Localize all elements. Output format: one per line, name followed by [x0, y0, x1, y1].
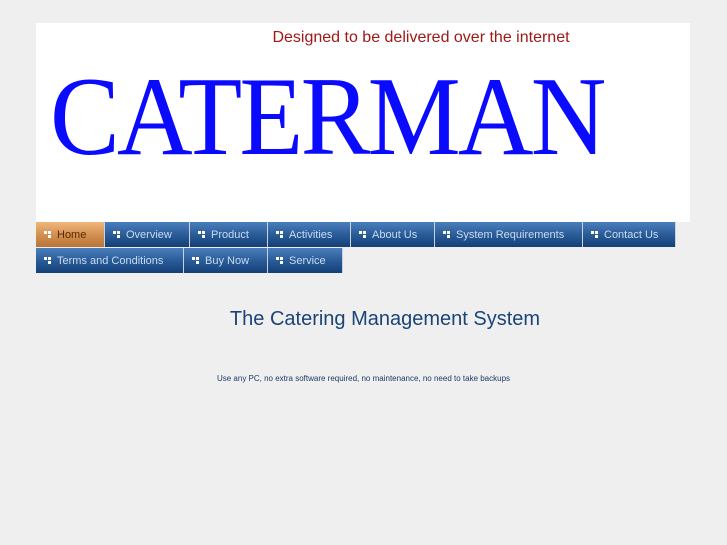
- nav-row-1: Home Overview Product Activities About U…: [36, 222, 696, 247]
- caterman-logo[interactable]: CATERMAN: [50, 61, 606, 173]
- page-title: The Catering Management System: [229, 308, 541, 330]
- nav-home[interactable]: Home: [36, 222, 105, 247]
- bullet-squares-icon: [591, 231, 599, 238]
- nav-row-2: Terms and Conditions Buy Now Service: [36, 248, 696, 273]
- nav-label: Home: [57, 228, 87, 241]
- main-navigation: Home Overview Product Activities About U…: [36, 222, 696, 274]
- bullet-squares-icon: [276, 231, 284, 238]
- nav-label: Contact Us: [604, 228, 659, 241]
- nav-label: About Us: [372, 228, 418, 241]
- nav-label: Activities: [289, 228, 333, 241]
- nav-label: Terms and Conditions: [57, 254, 164, 267]
- bullet-squares-icon: [276, 257, 284, 264]
- bullet-squares-icon: [198, 231, 206, 238]
- nav-label: System Requirements: [456, 228, 565, 241]
- nav-about-us[interactable]: About Us: [351, 222, 435, 247]
- nav-label: Buy Now: [205, 254, 250, 267]
- bullet-squares-icon: [359, 231, 367, 238]
- nav-label: Product: [211, 228, 249, 241]
- page-subtitle: Use any PC, no extra software required, …: [216, 374, 511, 383]
- site-header: Designed to be delivered over the intern…: [36, 23, 690, 222]
- nav-label: Overview: [126, 228, 172, 241]
- nav-label: Service: [289, 254, 326, 267]
- bullet-squares-icon: [113, 231, 121, 238]
- bullet-squares-icon: [443, 231, 451, 238]
- nav-overview[interactable]: Overview: [105, 222, 190, 247]
- nav-system-requirements[interactable]: System Requirements: [435, 222, 583, 247]
- tagline: Designed to be delivered over the intern…: [272, 29, 570, 46]
- bullet-squares-icon: [44, 231, 52, 238]
- bullet-squares-icon: [192, 257, 200, 264]
- nav-terms-and-conditions[interactable]: Terms and Conditions: [36, 248, 184, 273]
- bullet-squares-icon: [44, 257, 52, 264]
- nav-service[interactable]: Service: [268, 248, 343, 273]
- nav-buy-now[interactable]: Buy Now: [184, 248, 268, 273]
- nav-activities[interactable]: Activities: [268, 222, 351, 247]
- nav-contact-us[interactable]: Contact Us: [583, 222, 676, 247]
- nav-product[interactable]: Product: [190, 222, 268, 247]
